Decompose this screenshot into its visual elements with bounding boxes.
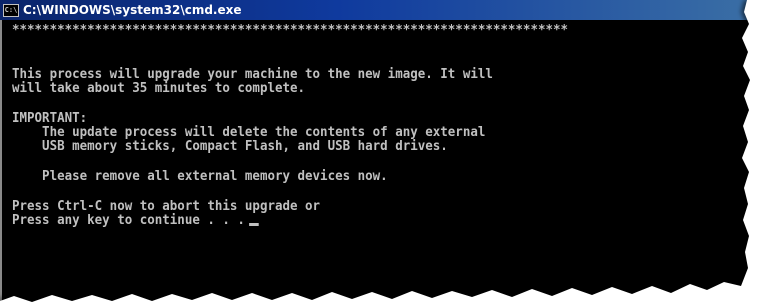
console-line: This process will upgrade your machine t… [12,67,493,82]
window-title: C:\WINDOWS\system32\cmd.exe [23,3,242,17]
console-prompt-line: Press any key to continue . . . [12,213,259,228]
console-line: Please remove all external memory device… [12,169,388,184]
text-cursor [248,223,259,226]
title-bar[interactable]: C:\ C:\WINDOWS\system32\cmd.exe [0,0,750,20]
console-line: Press Ctrl-C now to abort this upgrade o… [12,199,321,214]
console-prompt-text: Press any key to continue . . . [12,213,245,228]
console-line: will take about 35 minutes to complete. [12,81,306,96]
console-line: USB memory sticks, Compact Flash, and US… [12,139,448,154]
cmd-window: C:\ C:\WINDOWS\system32\cmd.exe ********… [0,0,750,303]
console-line: IMPORTANT: [12,111,88,126]
console-output[interactable]: ****************************************… [0,20,750,303]
console-separator-line: ****************************************… [12,23,569,38]
cmd-icon[interactable]: C:\ [3,3,19,17]
console-line: The update process will delete the conte… [12,125,486,140]
